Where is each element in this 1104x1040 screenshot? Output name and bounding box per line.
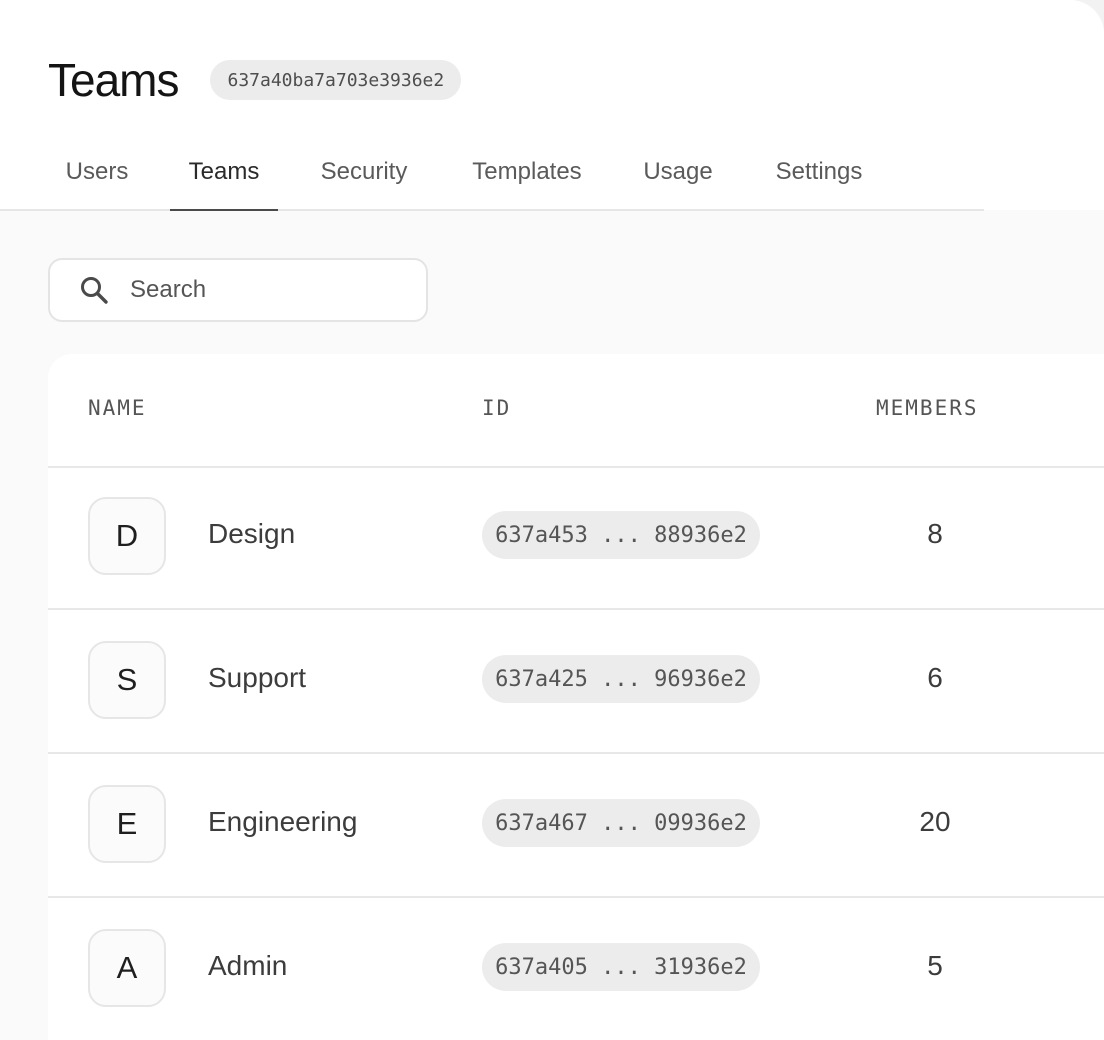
member-count: 20 [919, 806, 951, 837]
table-header: NAME ID MEMBERS [48, 354, 1104, 468]
page-header: Teams 637a40ba7a703e3936e2 Users Teams S… [0, 0, 1104, 211]
tab-settings[interactable]: Settings [756, 134, 882, 209]
team-id-chip: 637a467 ... 09936e2 [482, 799, 760, 847]
tab-security[interactable]: Security [302, 134, 426, 209]
column-header-name[interactable]: NAME [88, 396, 147, 420]
table-row[interactable]: D Design 637a453 ... 88936e2 8 [48, 466, 1104, 610]
table-row[interactable]: A Admin 637a405 ... 31936e2 5 [48, 898, 1104, 1040]
team-avatar: E [88, 785, 166, 863]
column-header-id[interactable]: ID [482, 396, 511, 420]
organization-id-badge: 637a40ba7a703e3936e2 [210, 60, 462, 100]
teams-page: Teams 637a40ba7a703e3936e2 Users Teams S… [0, 0, 1104, 1040]
team-id-chip: 637a425 ... 96936e2 [482, 655, 760, 703]
search-input[interactable] [128, 275, 402, 305]
search-box[interactable] [48, 258, 428, 322]
title-row: Teams 637a40ba7a703e3936e2 [48, 52, 462, 108]
team-name[interactable]: Support [208, 662, 306, 694]
tab-users[interactable]: Users [48, 134, 146, 209]
member-count: 8 [927, 518, 943, 549]
column-header-members[interactable]: MEMBERS [876, 396, 979, 420]
member-count: 5 [927, 950, 943, 981]
table-row[interactable]: S Support 637a425 ... 96936e2 6 [48, 610, 1104, 754]
tab-bar: Users Teams Security Templates Usage Set… [0, 134, 984, 211]
member-count: 6 [927, 662, 943, 693]
search-icon [78, 274, 110, 306]
page-title: Teams [48, 54, 179, 106]
team-avatar: S [88, 641, 166, 719]
team-name[interactable]: Admin [208, 950, 287, 982]
tab-usage[interactable]: Usage [626, 134, 730, 209]
team-id-chip: 637a453 ... 88936e2 [482, 511, 760, 559]
team-avatar: A [88, 929, 166, 1007]
team-name[interactable]: Engineering [208, 806, 357, 838]
table-row[interactable]: E Engineering 637a467 ... 09936e2 20 [48, 754, 1104, 898]
team-id-chip: 637a405 ... 31936e2 [482, 943, 760, 991]
teams-table: NAME ID MEMBERS D Design 637a453 ... 889… [48, 354, 1104, 1040]
tab-templates[interactable]: Templates [452, 134, 602, 209]
team-avatar: D [88, 497, 166, 575]
team-name[interactable]: Design [208, 518, 295, 550]
tab-teams[interactable]: Teams [170, 134, 278, 211]
